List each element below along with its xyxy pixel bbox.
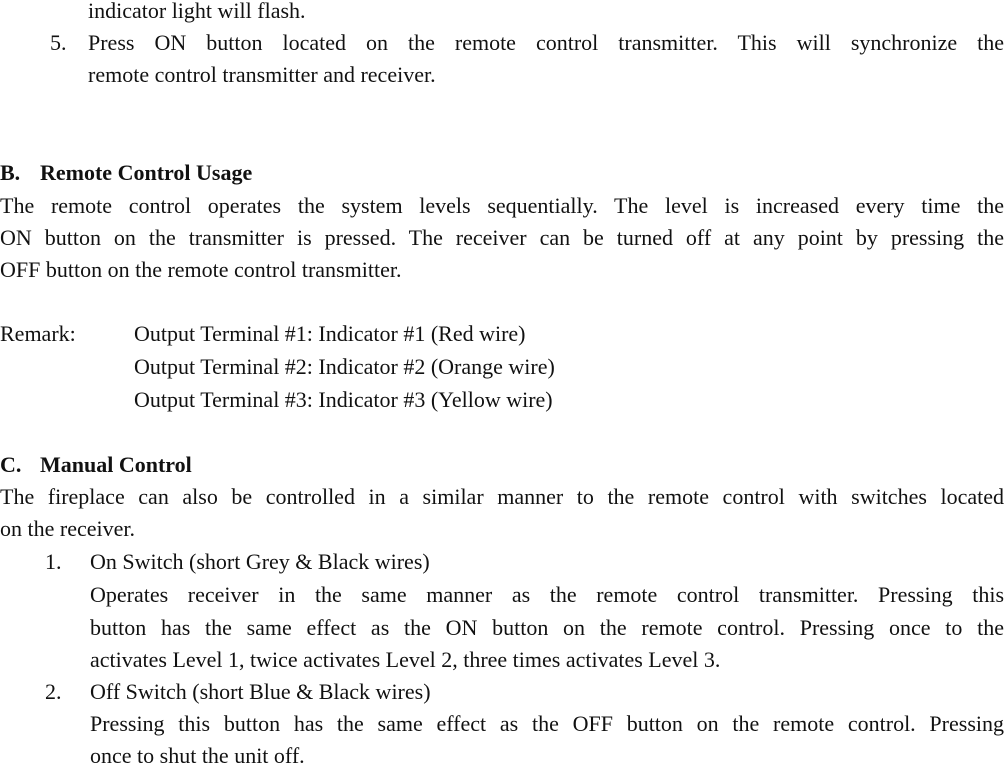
item-1-title: On Switch (short Grey & Black wires) xyxy=(90,549,430,574)
item-2-number: 2. xyxy=(45,679,62,704)
step-5-text-line-2: remote control transmitter and receiver. xyxy=(88,62,436,87)
remark-terminal-3: Output Terminal #3: Indicator #3 (Yellow… xyxy=(134,387,553,412)
item-2-text-line-2: once to shut the unit off. xyxy=(90,743,305,768)
item-2-title: Off Switch (short Blue & Black wires) xyxy=(90,679,431,704)
item-1-number: 1. xyxy=(45,549,62,574)
section-c-paragraph-line-1: The fireplace can also be controlled in … xyxy=(0,484,1004,509)
section-b-paragraph-line-3: OFF button on the remote control transmi… xyxy=(0,257,402,282)
item-1-text-line-3: activates Level 1, twice activates Level… xyxy=(90,647,721,672)
item-1-text-line-1: Operates receiver in the same manner as … xyxy=(90,582,1004,607)
section-c-heading: Manual Control xyxy=(40,452,192,477)
continuation-text: indicator light will flash. xyxy=(88,0,306,23)
remark-label: Remark: xyxy=(0,321,76,346)
remark-terminal-2: Output Terminal #2: Indicator #2 (Orange… xyxy=(134,354,555,379)
section-b-heading: Remote Control Usage xyxy=(40,160,253,185)
section-c-letter: C. xyxy=(0,452,22,477)
section-b-paragraph-line-2: ON button on the transmitter is pressed.… xyxy=(0,225,1004,250)
remark-terminal-1: Output Terminal #1: Indicator #1 (Red wi… xyxy=(134,321,526,346)
item-2-text-line-1: Pressing this button has the same effect… xyxy=(90,711,1004,736)
item-1-text-line-2: button has the same effect as the ON but… xyxy=(90,615,1004,640)
step-5-text-line-1: Press ON button located on the remote co… xyxy=(88,30,1004,55)
section-b-letter: B. xyxy=(0,160,21,185)
section-c-paragraph-line-2: on the receiver. xyxy=(0,516,135,541)
step-5-number: 5. xyxy=(50,30,67,55)
section-b-paragraph-line-1: The remote control operates the system l… xyxy=(0,193,1004,218)
